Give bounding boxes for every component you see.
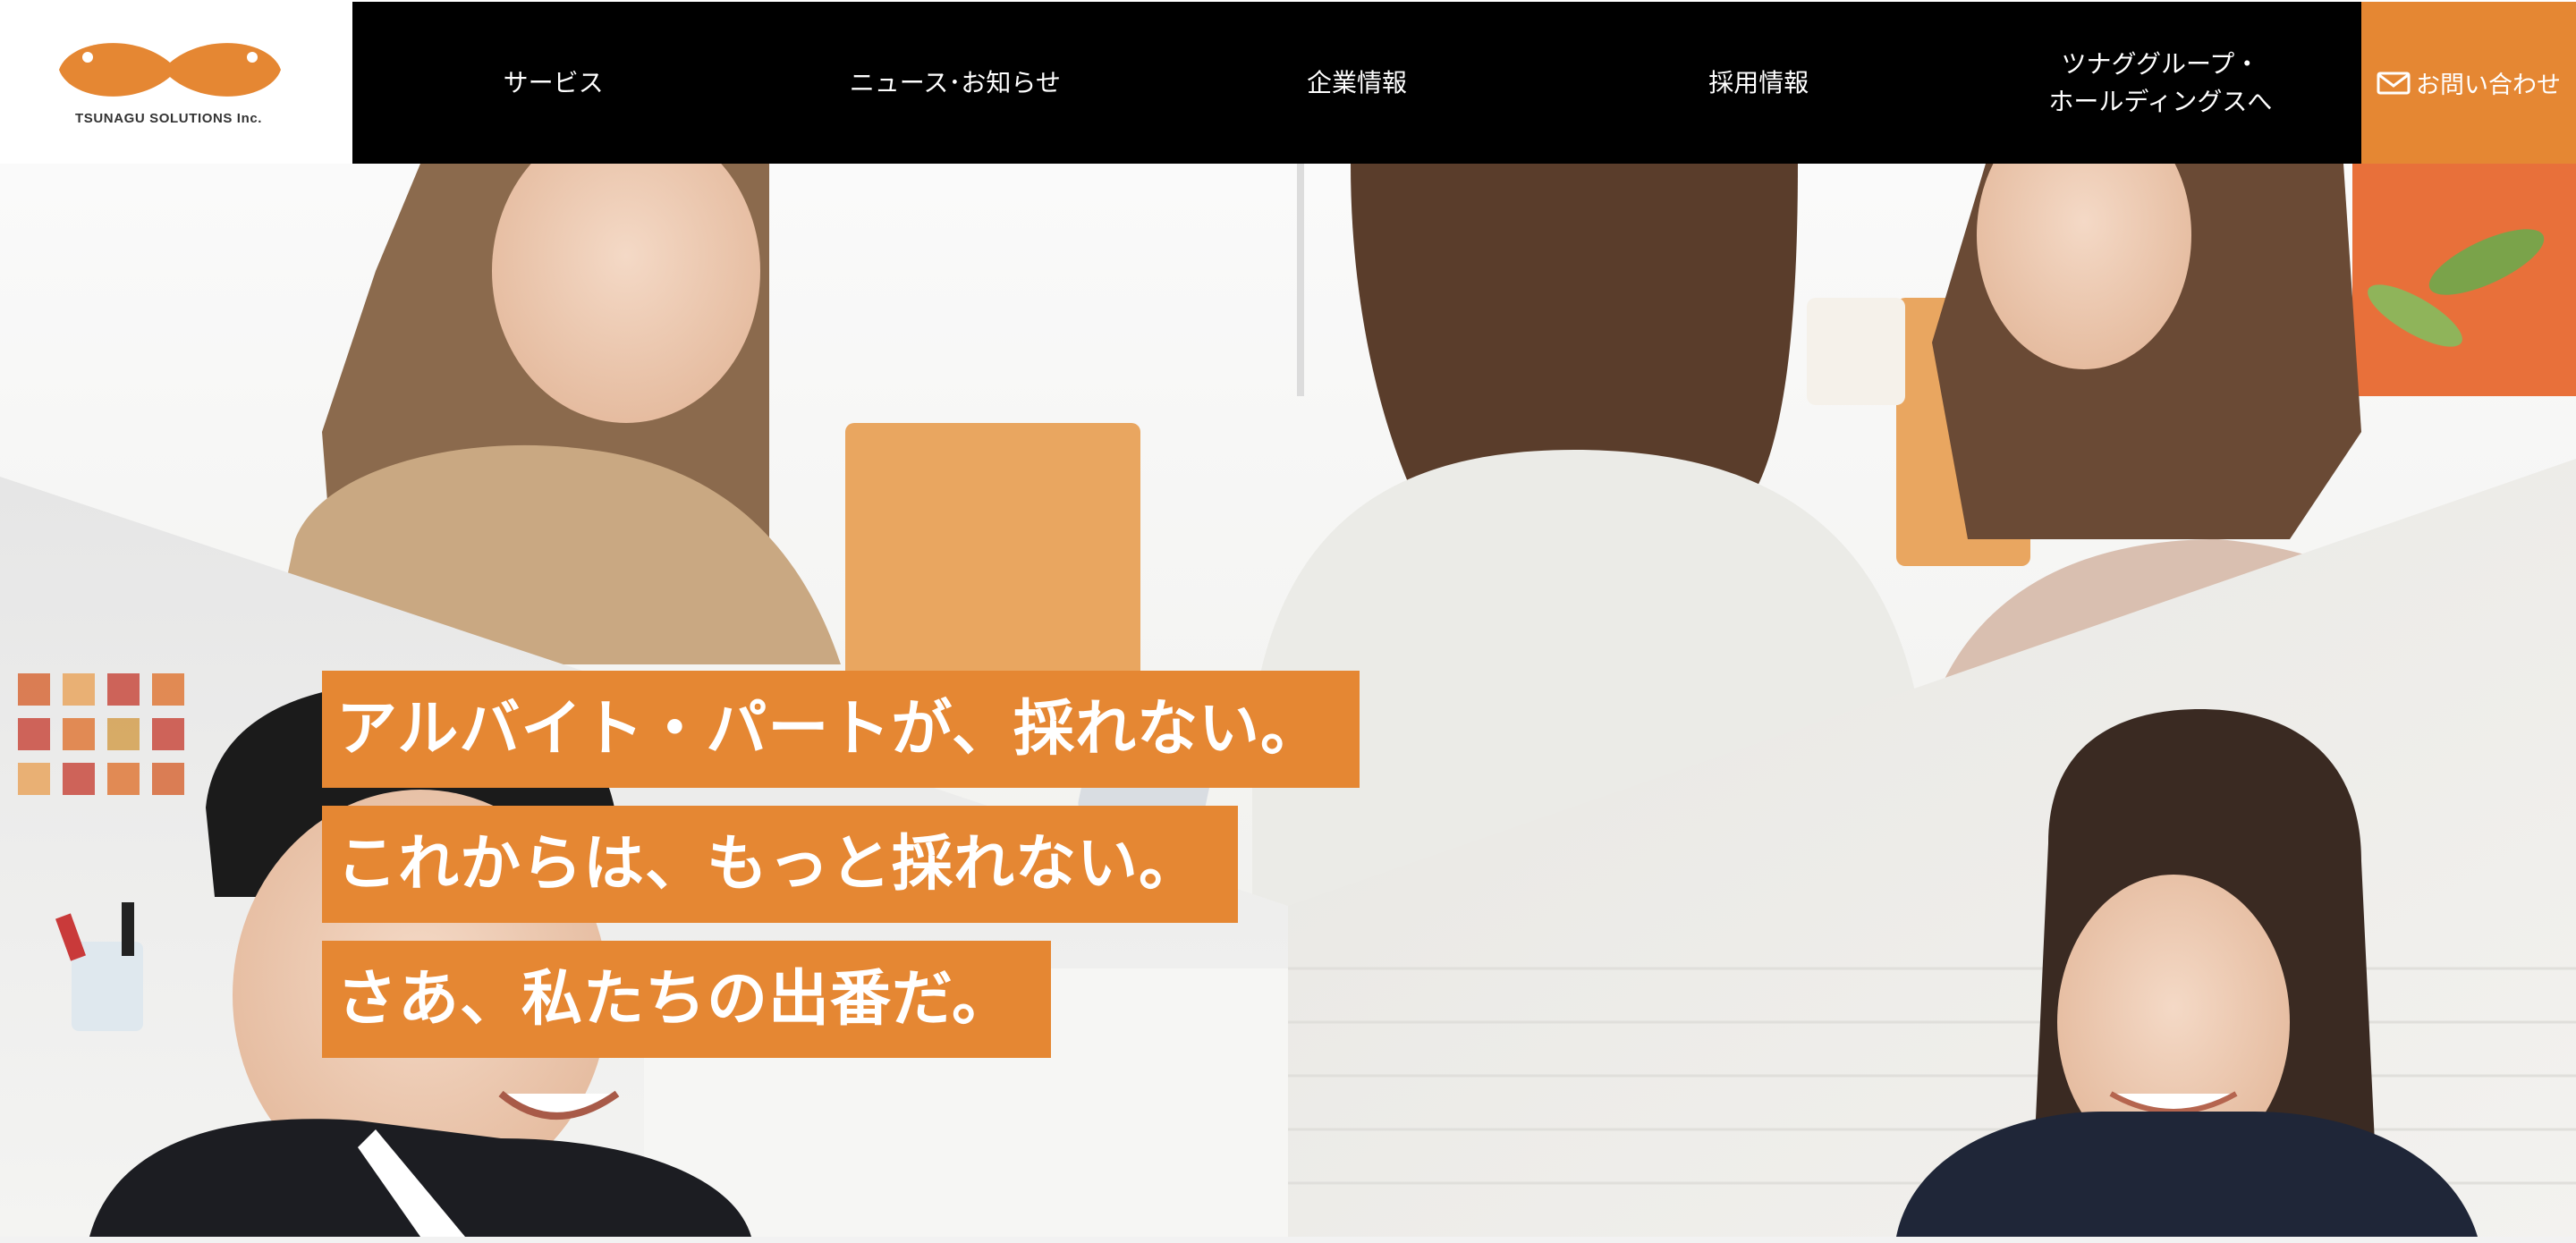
section-divider	[0, 1237, 2576, 1243]
main-nav: サービス ニュース･お知らせ 企業情報 採用情報 ツナググループ・ ホールディン…	[352, 2, 2361, 164]
nav-item-news[interactable]: ニュース･お知らせ	[754, 64, 1156, 102]
nav-item-services[interactable]: サービス	[352, 64, 754, 102]
headline-line-2: これからは、もっと採れない。	[322, 806, 1239, 923]
fish-logo-icon	[59, 43, 281, 97]
nav-item-group-holdings[interactable]: ツナググループ・ ホールディングスへ	[1960, 46, 2361, 121]
logo[interactable]: TSUNAGU SOLUTIONS Inc.	[0, 0, 352, 164]
site-header: TSUNAGU SOLUTIONS Inc. サービス ニュース･お知らせ 企業…	[0, 0, 2576, 164]
hero-headline: アルバイト・パートが、採れない。 これからは、もっと採れない。 さあ、私たちの出…	[322, 671, 1360, 1058]
mail-icon	[2377, 72, 2411, 94]
nav-item-group-line1: ツナググループ・	[2061, 48, 2260, 79]
nav-item-group-line2: ホールディングスへ	[2048, 86, 2273, 116]
nav-item-company[interactable]: 企業情報	[1156, 64, 1557, 102]
nav-item-recruit[interactable]: 採用情報	[1558, 64, 1960, 102]
headline-line-1: アルバイト・パートが、採れない。	[322, 671, 1360, 788]
hero-section: アルバイト・パートが、採れない。 これからは、もっと採れない。 さあ、私たちの出…	[0, 164, 2576, 1237]
contact-label: お問い合わせ	[2416, 72, 2561, 99]
contact-button[interactable]: お問い合わせ	[2361, 2, 2576, 164]
logo-text: TSUNAGU SOLUTIONS Inc.	[75, 111, 263, 126]
headline-line-3: さあ、私たちの出番だ。	[322, 941, 1051, 1058]
